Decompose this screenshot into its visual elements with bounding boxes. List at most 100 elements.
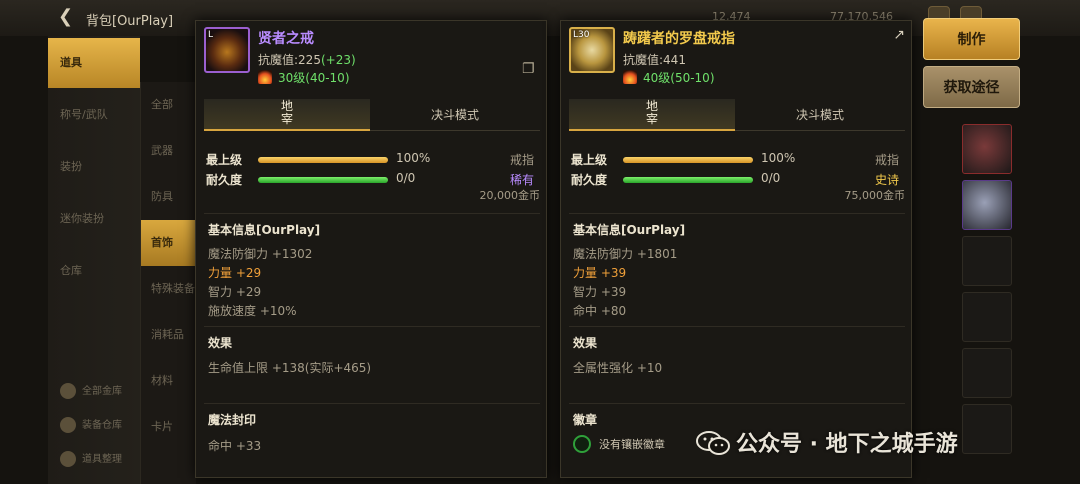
back-arrow-icon[interactable]: ❮ [58,6,73,27]
nav-item-avatar[interactable]: 装扮 [48,142,140,192]
nav-label: 迷你装扮 [60,212,104,225]
badge-slot[interactable]: 没有镶嵌徽章 [573,435,665,453]
inventory-slot[interactable] [962,404,1012,454]
sub-label: 消耗品 [151,328,184,341]
bottom-link-sort[interactable]: 道具整理 [60,450,122,467]
resist-bonus: (+23) [320,53,356,67]
nav-item-titles[interactable]: 称号/武队 [48,90,140,140]
inventory-slot[interactable] [962,292,1012,342]
divider [569,326,905,327]
inventory-slot[interactable] [962,236,1012,286]
sub-label: 材料 [151,374,173,387]
divider [204,403,540,404]
max-level-value: 100% [761,151,796,165]
mode-tabs: 地 宰 决斗模式 [569,99,905,131]
sub-item-consumable[interactable]: 消耗品 [141,312,197,358]
empty-badge-icon [573,435,591,453]
get-source-button[interactable]: 获取途径 [923,66,1020,108]
watermark-text: 公众号 · 地下之城手游 [736,432,958,457]
page-title: 背包[OurPlay] [86,14,174,29]
tab-duel[interactable]: 决斗模式 [735,99,905,131]
sub-item-weapon[interactable]: 武器 [141,128,197,174]
item-header: L30 踌躇者的罗盘戒指 抗魔值:441 40级(50-10) ↗ [561,21,911,87]
nav-label: 称号/武队 [60,108,108,121]
sort-icon [60,451,76,467]
stat-line: 智力 +29 [208,285,262,299]
nav-item-items[interactable]: 道具 [48,38,140,88]
sub-label: 武器 [151,144,173,157]
nav-label: 道具 [60,56,82,69]
tab-dungeon[interactable]: 地 宰 [569,99,735,131]
storage-icon [60,417,76,433]
bottom-link-equip-storage[interactable]: 装备仓库 [60,416,122,433]
magic-resist: 抗魔值:225(+23) [258,51,356,68]
max-level-value: 100% [396,151,431,165]
sub-item-card[interactable]: 卡片 [141,404,197,450]
bottom-link-vault[interactable]: 全部金库 [60,382,122,399]
sub-nav: 全部 武器 防具 首饰 特殊装备 消耗品 材料 卡片 [140,82,197,484]
sub-label: 特殊装备 [151,282,195,295]
tab-duel[interactable]: 决斗模式 [370,99,540,131]
stat-line: 魔法防御力 +1801 [573,247,678,261]
compass-ring-icon: L30 [569,27,615,73]
item-name: 贤者之戒 [258,31,314,47]
nav-item-mini-avatar[interactable]: 迷你装扮 [48,194,140,244]
stat-line: 魔法防御力 +1302 [208,247,313,261]
mode-tabs: 地 宰 决斗模式 [204,99,540,131]
magic-seal-title: 魔法封印 [208,413,257,427]
make-button[interactable]: 制作 [923,18,1020,60]
book-icon[interactable]: ❐ [522,61,540,77]
durability-fill [623,177,753,183]
stat-line: 施放速度 +10% [208,304,297,318]
sub-item-armor[interactable]: 防具 [141,174,197,220]
bottom-link-label: 道具整理 [82,454,122,465]
level-text: 30级(40-10) [278,71,350,85]
sub-item-material[interactable]: 材料 [141,358,197,404]
item-tooltip-right: L30 踌躇者的罗盘戒指 抗魔值:441 40级(50-10) ↗ 地 宰 决斗… [560,20,912,478]
inventory-grid [912,118,1032,478]
wechat-logo-icon [696,431,730,455]
inventory-slot[interactable] [962,180,1012,230]
divider [204,326,540,327]
effect-title: 效果 [573,336,598,350]
durability-value: 0/0 [396,171,416,185]
item-price: 75,000金币 [844,189,906,202]
sub-item-accessory[interactable]: 首饰 [141,220,197,266]
durability-bar [258,177,388,183]
durability-value: 0/0 [761,171,781,185]
magic-seal-text: 命中 +33 [208,439,262,453]
basic-info-title: 基本信息[OurPlay] [208,223,321,237]
inventory-slot[interactable] [962,124,1012,174]
sub-label: 卡片 [151,420,173,433]
inventory-slot[interactable] [962,348,1012,398]
nav-item-storage[interactable]: 仓库 [48,246,140,296]
bottom-link-label: 装备仓库 [82,420,122,431]
effect-text: 生命值上限 +138(实际+465) [208,361,372,375]
share-icon[interactable]: ↗ [893,27,905,43]
ring-icon: L [204,27,250,73]
watermark: 公众号 · 地下之城手游 [696,426,958,458]
max-level-row: 最上级 100% 戒指 [571,151,905,169]
item-category: 戒指 [874,153,899,167]
sub-item-all[interactable]: 全部 [141,82,197,128]
item-rarity: 史诗 [874,173,899,187]
max-level-fill [258,157,388,163]
durability-bar [623,177,753,183]
durability-label: 耐久度 [206,173,243,187]
stat-line: 力量 +39 [573,266,627,280]
icon-level-tag: L [208,30,214,40]
sub-label: 首饰 [151,236,173,249]
magic-resist: 抗魔值:441 [623,53,686,67]
item-tooltip-left: L 贤者之戒 抗魔值:225(+23) 30级(40-10) ❐ 地 宰 决斗模… [195,20,547,478]
tab-dungeon[interactable]: 地 宰 [204,99,370,131]
nav-label: 仓库 [60,264,82,277]
sub-item-special[interactable]: 特殊装备 [141,266,197,312]
effect-text: 全属性强化 +10 [573,361,663,375]
resist-value: 抗魔值:225 [258,53,321,67]
badge-title: 徽章 [573,413,598,427]
effect-title: 效果 [208,336,233,350]
max-level-label: 最上级 [571,153,608,167]
vault-icon [60,383,76,399]
stat-line: 力量 +29 [208,266,262,280]
stat-line: 命中 +80 [573,304,627,318]
